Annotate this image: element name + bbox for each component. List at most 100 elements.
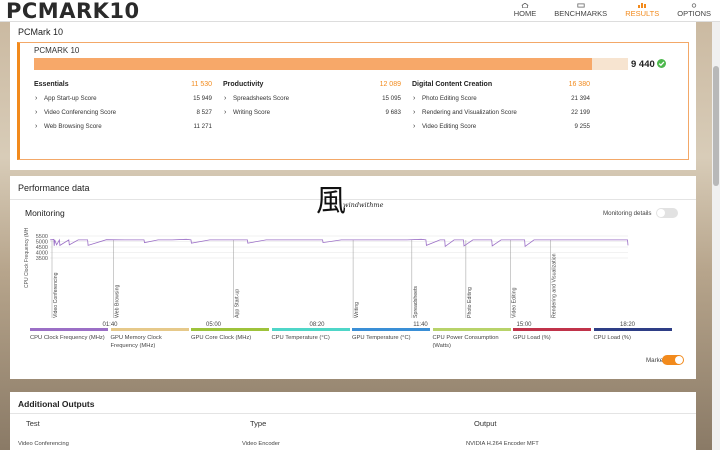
phase-label: Video Conferencing — [53, 272, 59, 318]
watermark: 風 windwithme — [316, 184, 406, 224]
legend-swatch — [110, 328, 189, 331]
group-score: 16 380 — [568, 81, 590, 88]
group-header: Digital Content Creation 16 380 — [412, 81, 590, 95]
phase-label: Web Browsing — [114, 285, 120, 318]
legend-swatch — [513, 328, 591, 331]
test-name: Video Editing Score — [422, 123, 477, 130]
legend-item[interactable]: GPU Temperature (°C) — [352, 328, 432, 342]
test-name: App Start-up Score — [44, 95, 97, 102]
legend-label: CPU Temperature (°C) — [271, 335, 330, 341]
performance-title: Performance data — [18, 183, 90, 193]
table-cell: Video Encoder — [242, 441, 280, 447]
test-row[interactable]: › Video Editing Score 9 255 — [412, 123, 590, 137]
legend-label: GPU Memory Clock Frequency (MHz) — [110, 335, 162, 349]
nav-home-label: HOME — [513, 9, 537, 18]
legend-swatch — [271, 328, 350, 331]
divider — [10, 413, 696, 414]
nav-results[interactable]: RESULTS — [616, 0, 668, 22]
outputs-title: Additional Outputs — [18, 399, 95, 409]
score-bar — [34, 58, 593, 70]
score-card: PCMARK 10 9 440 Essentials 11 530 › App … — [17, 42, 689, 160]
table-cell: Video Conferencing — [18, 441, 69, 447]
monitoring-details-toggle[interactable] — [656, 208, 678, 218]
markers-toggle[interactable] — [662, 355, 684, 365]
group-score: 11 530 — [191, 81, 212, 88]
chevron-right-icon: › — [413, 95, 416, 102]
nav-benchmarks-label: BENCHMARKS — [554, 9, 608, 18]
legend-label: CPU Clock Frequency (MHz) — [30, 335, 105, 341]
overall-score: 9 440 — [631, 59, 655, 70]
phase-label: Rendering and Visualization — [551, 253, 557, 318]
score-bar-track — [34, 58, 628, 70]
top-bar: PCMARK10 HOME BENCHMARKS RESULTS OPTIONS — [0, 0, 720, 22]
phase-label: Writing — [354, 302, 360, 318]
monitoring-chart: 55005000450040003500CPU Clock Frequency … — [24, 228, 636, 328]
benchmarks-icon — [577, 3, 585, 8]
test-row[interactable]: › Video Conferencing Score 8 527 — [34, 109, 212, 123]
test-row[interactable]: › App Start-up Score 15 949 — [34, 95, 212, 109]
phase-label: App Start-up — [234, 289, 240, 318]
y-axis-label: CPU Clock Frequency (MHz) — [24, 228, 30, 288]
watermark-glyph: 風 — [316, 184, 346, 219]
chevron-right-icon: › — [224, 95, 227, 102]
test-name: Spreadsheets Score — [233, 95, 290, 102]
watermark-text: windwithme — [343, 201, 384, 209]
home-icon — [521, 3, 529, 8]
phase-label: Video Editing — [512, 287, 518, 318]
test-score: 21 394 — [571, 95, 590, 102]
test-score: 8 527 — [196, 109, 212, 116]
test-score: 15 949 — [193, 95, 212, 102]
legend-swatch — [593, 328, 672, 331]
test-row[interactable]: › Writing Score 9 683 — [223, 109, 401, 123]
legend-label: GPU Temperature (°C) — [352, 335, 411, 341]
main-nav: HOME BENCHMARKS RESULTS OPTIONS — [505, 0, 720, 22]
legend-item[interactable]: GPU Core Clock (MHz) — [191, 328, 271, 342]
group-name: Essentials — [34, 81, 69, 88]
result-panel-title: PCMark 10 — [18, 27, 64, 37]
group-digital-content-creation: Digital Content Creation 16 380 › Photo … — [412, 81, 590, 137]
monitoring-title: Monitoring — [25, 208, 65, 218]
legend-item[interactable]: CPU Temperature (°C) — [271, 328, 352, 342]
monitoring-details-label: Monitoring details — [603, 210, 652, 217]
legend-label: GPU Load (%) — [513, 335, 551, 341]
test-score: 9 255 — [574, 123, 590, 130]
legend-swatch — [30, 328, 108, 331]
test-row[interactable]: › Spreadsheets Score 15 095 — [223, 95, 401, 109]
nav-results-label: RESULTS — [625, 9, 660, 18]
chevron-right-icon: › — [35, 95, 38, 102]
gear-icon — [691, 3, 697, 8]
legend-item[interactable]: CPU Power Consumption (Watts) — [432, 328, 513, 350]
nav-benchmarks[interactable]: BENCHMARKS — [545, 0, 616, 22]
chevron-right-icon: › — [413, 109, 416, 116]
group-name: Digital Content Creation — [412, 81, 493, 88]
nav-options-label: OPTIONS — [677, 9, 711, 18]
test-name: Writing Score — [233, 109, 271, 116]
page-scrollbar[interactable] — [712, 22, 720, 450]
y-tick-label: 3500 — [36, 256, 48, 262]
additional-outputs-panel: Additional Outputs Test Type Output Vide… — [10, 392, 696, 450]
phase-label: Photo Editing — [467, 287, 473, 318]
check-icon — [657, 59, 666, 68]
test-name: Photo Editing Score — [422, 95, 477, 102]
legend-item[interactable]: GPU Load (%) — [513, 328, 593, 342]
test-name: Video Conferencing Score — [44, 109, 117, 116]
legend-item[interactable]: CPU Load (%) — [593, 328, 674, 342]
nav-home[interactable]: HOME — [505, 0, 546, 22]
nav-options[interactable]: OPTIONS — [668, 0, 720, 22]
group-header: Productivity 12 089 — [223, 81, 401, 95]
legend-label: CPU Load (%) — [593, 335, 631, 341]
series-line — [49, 238, 629, 248]
results-icon — [638, 3, 647, 8]
app-logo: PCMARK10 — [6, 0, 140, 23]
test-row[interactable]: › Rendering and Visualization Score 22 1… — [412, 109, 590, 123]
toggle-knob — [675, 356, 683, 364]
test-name: Web Browsing Score — [44, 123, 102, 130]
benchmark-name: PCMARK 10 — [34, 46, 80, 55]
group-essentials: Essentials 11 530 › App Start-up Score 1… — [34, 81, 212, 137]
legend-item[interactable]: GPU Memory Clock Frequency (MHz) — [110, 328, 191, 350]
legend-item[interactable]: CPU Clock Frequency (MHz) — [30, 328, 110, 342]
test-row[interactable]: › Web Browsing Score 11 271 — [34, 123, 212, 137]
chevron-right-icon: › — [413, 123, 416, 130]
scrollbar-thumb[interactable] — [713, 66, 719, 186]
test-row[interactable]: › Photo Editing Score 21 394 — [412, 95, 590, 109]
